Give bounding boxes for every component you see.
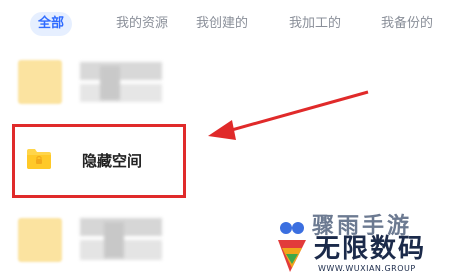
watermark-url: WWW.WUXIAN.GROUP bbox=[318, 264, 416, 273]
file-thumbnail bbox=[18, 218, 62, 262]
brand-logo-icon bbox=[278, 222, 306, 272]
blurred-text bbox=[104, 222, 124, 258]
watermark-main-text: 无限数码 bbox=[314, 234, 427, 264]
watermark: 骤雨手游 无限数码 WWW.WUXIAN.GROUP bbox=[270, 208, 456, 280]
file-browser-screen: 全部 我的资源 我创建的 我加工的 我备份的 隐藏空间 骤雨手游 无限数码 WW… bbox=[0, 0, 456, 280]
